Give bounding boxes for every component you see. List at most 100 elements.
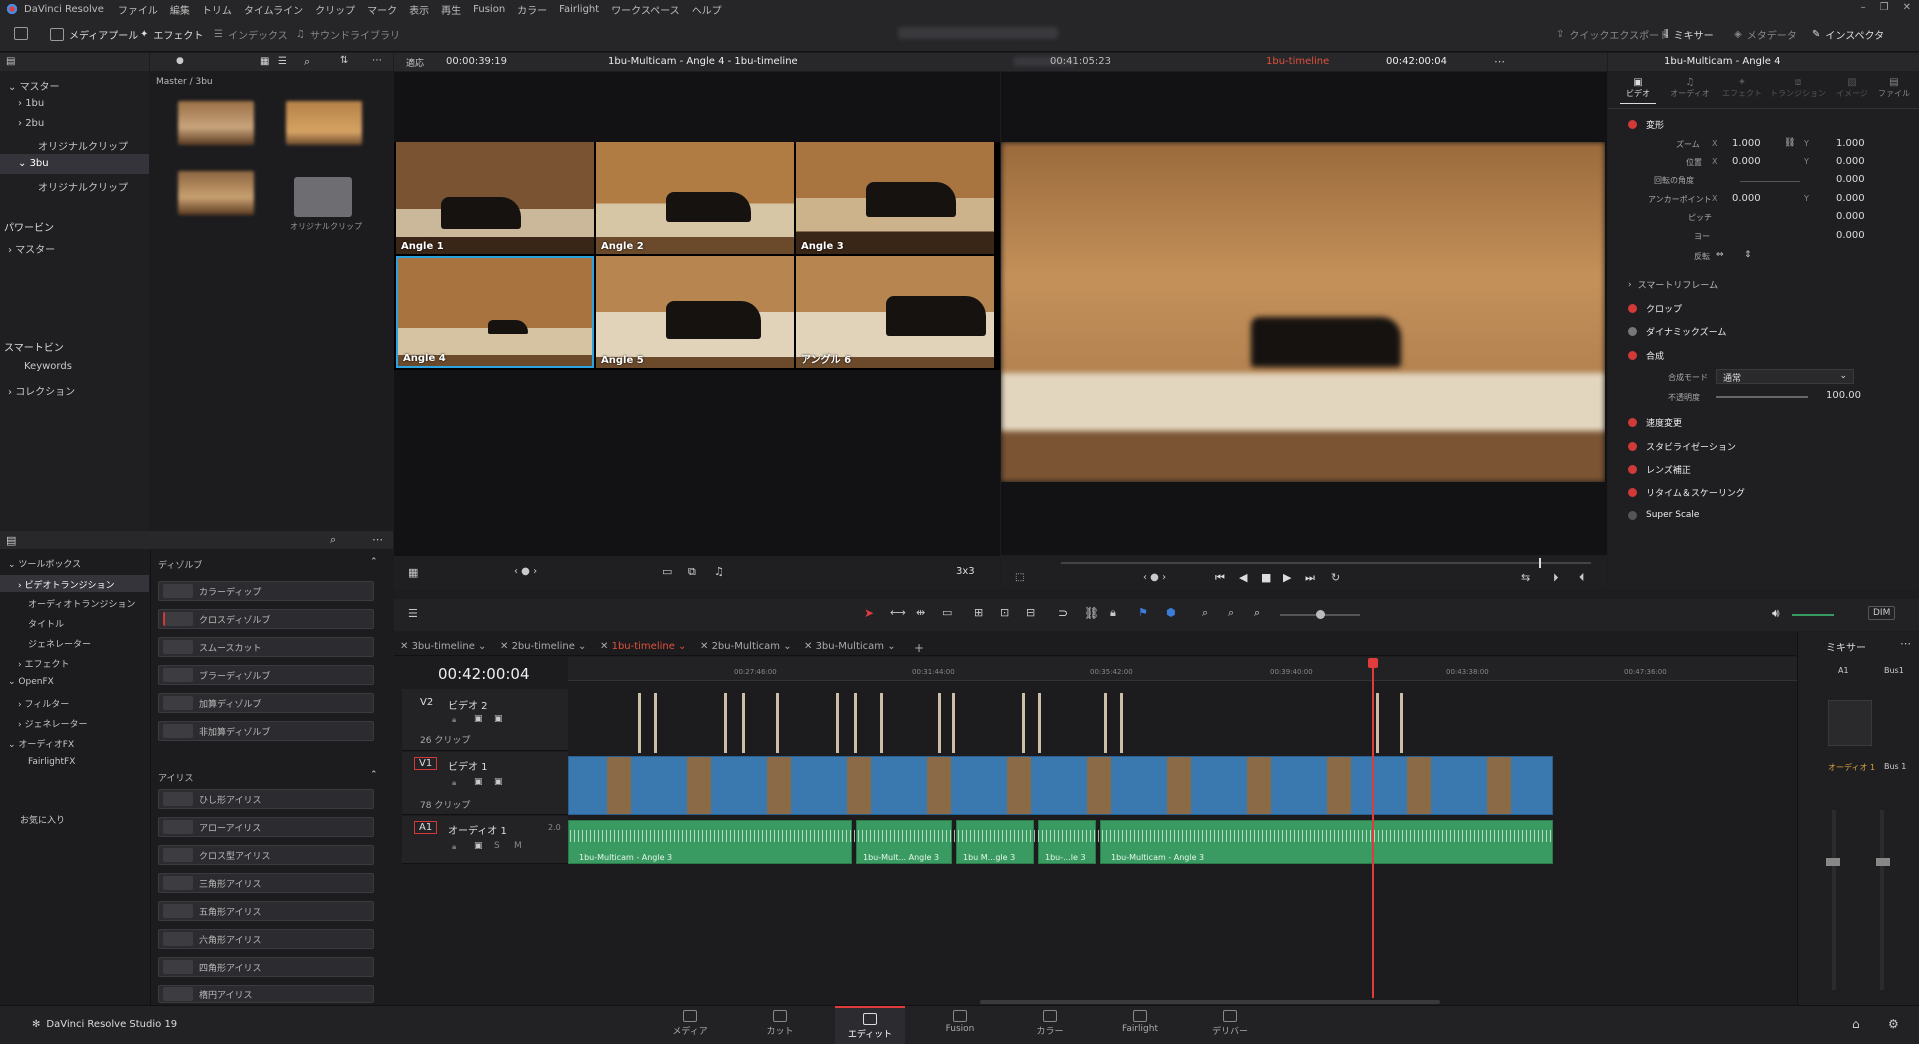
clip-thumbnail[interactable] (286, 101, 362, 145)
search-icon[interactable]: ⌕ (304, 55, 310, 69)
audio-clip[interactable]: 1bu M...gle 3 (956, 820, 1034, 864)
effects-item[interactable]: › エフェクト (18, 657, 69, 670)
zoom-slider[interactable]: ● (176, 56, 184, 66)
link-icon[interactable]: ⛓ (1084, 606, 1099, 620)
fx-color-dip[interactable]: カラーディップ (158, 581, 374, 601)
mute-button[interactable]: M (514, 841, 522, 851)
audio-clip[interactable]: 1bu-Multicam - Angle 3 (568, 820, 852, 864)
angle-6[interactable]: アングル 6 (796, 256, 994, 368)
zoom-custom-icon[interactable]: ⌕ (1254, 606, 1260, 620)
stop-icon[interactable]: ■ (1261, 571, 1271, 584)
bin-1bu[interactable]: › 1bu (18, 98, 44, 109)
zoom-detail-icon[interactable]: ⌕ (1228, 606, 1234, 620)
audio-transitions-item[interactable]: オーディオトランジション (28, 597, 135, 610)
openfx-generators-item[interactable]: › ジェネレーター (18, 717, 87, 730)
trim-tool-icon[interactable]: ⟷ (890, 606, 906, 619)
lock-icon[interactable]: 🔒︎ (452, 715, 456, 725)
maximize-icon[interactable]: ❐ (1880, 2, 1889, 13)
volume-icon[interactable]: 🔊︎ (1772, 606, 1780, 621)
audio-clip[interactable]: 1bu-...le 3 (1038, 820, 1096, 864)
fx-hexagon-iris[interactable]: 六角形アイリス (158, 929, 374, 949)
playhead-handle[interactable] (1368, 658, 1378, 668)
go-to-start-icon[interactable]: ⏮ (1215, 571, 1225, 585)
fx-triangle-iris[interactable]: 三角形アイリス (158, 873, 374, 893)
anchor-y-field[interactable]: 0.000 (1836, 193, 1865, 204)
composite-section[interactable]: 合成 (1628, 349, 1664, 362)
insert-icon[interactable]: ⊞ (974, 606, 983, 619)
generators-item[interactable]: ジェネレーター (28, 637, 91, 650)
track-id[interactable]: V1 (414, 757, 438, 770)
menu-timeline[interactable]: タイムライン (244, 2, 303, 17)
lens-correction-section[interactable]: レンズ補正 (1628, 463, 1691, 476)
panel-toggle-icon[interactable]: ▤ (6, 534, 16, 547)
v2-clip[interactable] (836, 693, 839, 753)
playhead[interactable] (1372, 658, 1374, 998)
more-options-icon[interactable]: ⋯ (372, 533, 383, 546)
audio-clip[interactable]: 1bu-Multicam - Angle 3 (1100, 820, 1553, 864)
multicam-layout-dropdown[interactable]: 3x3 (956, 566, 975, 577)
page-fusion[interactable]: Fusion (925, 1010, 995, 1034)
loop-icon[interactable]: ↻ (1331, 571, 1340, 584)
menu-workspace[interactable]: ワークスペース (611, 2, 680, 17)
opacity-slider[interactable] (1716, 396, 1808, 398)
add-timeline-tab-icon[interactable]: + (914, 641, 924, 655)
dynamic-zoom-section[interactable]: ダイナミックズーム (1628, 325, 1726, 338)
fx-cross-iris[interactable]: クロス型アイリス (158, 845, 374, 865)
zoom-full-icon[interactable]: ⌕ (1202, 606, 1208, 620)
v2-clip[interactable] (1104, 693, 1107, 753)
menu-help[interactable]: ヘルプ (692, 2, 722, 17)
angle-4[interactable]: Angle 4 (396, 256, 594, 368)
menu-clip[interactable]: クリップ (315, 2, 355, 17)
page-cut[interactable]: カット (745, 1010, 815, 1037)
close-icon[interactable]: ✕ (1903, 2, 1911, 13)
match-frame-icon[interactable]: ⇆ (1521, 571, 1530, 584)
media-pool-button[interactable]: メディアプール (50, 27, 138, 42)
quick-export-button[interactable]: ⇪ クイックエクスポート (1556, 27, 1669, 42)
visibility-icon[interactable]: ▣ (494, 777, 503, 787)
bin-original-clip[interactable]: オリジナルクリップ (38, 138, 128, 153)
crop-section[interactable]: クロップ (1628, 302, 1682, 315)
angle-2[interactable]: Angle 2 (596, 142, 794, 254)
grid-view-icon[interactable]: ▦ (260, 56, 269, 67)
v2-clip[interactable] (742, 693, 745, 753)
favorites-item[interactable]: お気に入り (20, 813, 65, 826)
sound-library-button[interactable]: ♫ サウンドライブラリ (296, 27, 400, 42)
menu-trim[interactable]: トリム (202, 2, 232, 17)
play-icon[interactable]: ▶ (1283, 571, 1291, 584)
v2-clip[interactable] (776, 693, 779, 753)
track-id[interactable]: A1 (414, 821, 438, 834)
fx-smooth-cut[interactable]: スムースカット (158, 637, 374, 657)
flag-icon[interactable]: ⚑ (1138, 606, 1148, 619)
folder-icon[interactable] (294, 177, 352, 217)
blade-tool-icon[interactable]: ▭ (942, 606, 952, 619)
menu-playback[interactable]: 再生 (441, 2, 461, 17)
audio-fx-item[interactable]: ⌄ オーディオFX (8, 737, 74, 750)
snapping-icon[interactable]: ⊃ (1058, 606, 1068, 620)
track-header-v2[interactable]: V2 ビデオ 2 🔒︎ ▣ ▣ 26 クリップ (402, 689, 568, 751)
inspector-button[interactable]: ✎ インスペクタ (1812, 27, 1884, 42)
fx-cross-dissolve[interactable]: クロスディゾルブ (158, 609, 374, 629)
sidebar-toggle-icon[interactable]: ▤ (6, 56, 15, 67)
v2-clip[interactable] (938, 693, 941, 753)
bin-2bu[interactable]: › 2bu (18, 118, 44, 129)
timeline-name[interactable]: 1bu-timeline (1266, 56, 1329, 67)
menu-color[interactable]: カラー (517, 2, 547, 17)
tab-2bu-timeline[interactable]: ✕ 2bu-timeline ⌄ (500, 641, 586, 652)
jog-control[interactable]: ‹ ● › (514, 566, 537, 577)
flip-horizontal-icon[interactable]: ⇔ (1716, 250, 1724, 260)
video-only-icon[interactable]: ▭ (662, 565, 672, 578)
marker-icon[interactable]: ⬢ (1166, 606, 1176, 619)
timeline-scrollbar[interactable] (980, 1000, 1440, 1004)
fx-square-iris[interactable]: 四角形アイリス (158, 957, 374, 977)
settings-icon[interactable]: ⚙ (1888, 1017, 1899, 1031)
filters-item[interactable]: › フィルター (18, 697, 69, 710)
smart-bin-keywords[interactable]: Keywords (24, 361, 72, 372)
mixer-button[interactable]: ⫼ ミキサー (1664, 27, 1714, 42)
pan-control[interactable] (1828, 700, 1872, 746)
selection-tool-icon[interactable]: ➤ (864, 606, 874, 620)
v2-clip[interactable] (854, 693, 857, 753)
viewer-options-icon[interactable]: ⋯ (1494, 55, 1505, 68)
volume-slider[interactable] (1792, 614, 1834, 616)
bin-original-clip-3bu[interactable]: オリジナルクリップ (38, 179, 128, 194)
pitch-field[interactable]: 0.000 (1836, 211, 1865, 222)
